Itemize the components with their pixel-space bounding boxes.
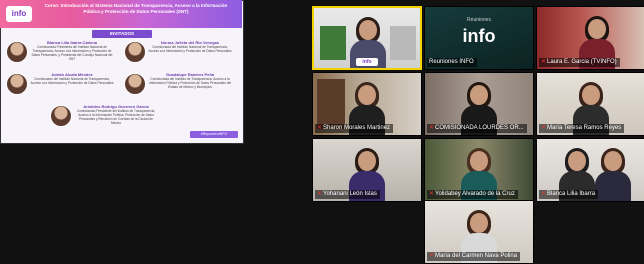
flag-right <box>390 26 416 60</box>
participant-name: ✕COMISIONADA LOURDES OR... <box>427 124 527 133</box>
participant-name: ✕Blanca Lilia Ibarra <box>539 190 599 199</box>
guest-photo <box>6 41 28 63</box>
participant-name: ✕Yohanani León Islas <box>315 190 380 199</box>
guest-photo <box>124 41 146 63</box>
guest-photo <box>50 105 72 127</box>
participant-name: ✕Yolidabey Alvarado de la Cruz <box>427 190 518 199</box>
guest-description: Comisionada del Instituto Nacional de Tr… <box>148 45 232 53</box>
guest-card: Adrián Alcalá Méndez Comisionado del Ins… <box>6 72 114 96</box>
guest-card: Blanca Lilia Ibarra Cadena Comisionada P… <box>6 40 114 64</box>
participant-video <box>595 148 631 201</box>
guest-description: Comisionado del Instituto Nacional de Tr… <box>30 77 114 85</box>
guest-photo <box>124 73 146 95</box>
invited-heading: INVITADOS <box>92 30 152 38</box>
video-tile[interactable]: ✕Blanca Lilia Ibarra <box>536 138 644 202</box>
video-tile[interactable]: ✕COMISIONADA LOURDES OR... <box>424 72 534 136</box>
info-podium-logo: info <box>356 58 378 66</box>
participant-name: ✕Sharon Morales Martinez <box>315 124 394 133</box>
guest-card: Guadalupe Ramírez Peña Comisionada del I… <box>124 72 232 96</box>
guest-card: Norma Julieta del Río Venegas Comisionad… <box>124 40 232 64</box>
video-tile-active-speaker[interactable]: info <box>312 6 422 70</box>
logo-caption: Reuniones <box>467 17 491 23</box>
guest-description: Comisionada Presidenta del Instituto Nac… <box>31 45 113 61</box>
video-tile[interactable]: ✕Laura E. Garcia (TVINFO) <box>536 6 644 70</box>
slide-title: Curso: Introducción al Sistema Nacional … <box>44 3 228 14</box>
bookshelf <box>317 79 345 129</box>
guest-description: Comisionada del Instituto de Transparenc… <box>148 77 232 89</box>
participant-name: Reuniones INFO <box>427 58 477 67</box>
guest-photo <box>6 73 28 95</box>
participant-name: ✕Laura E. Garcia (TVINFO) <box>539 58 620 67</box>
guest-description: Comisionado Presidente del Instituto de … <box>76 109 156 125</box>
video-tile[interactable]: ✕María del Carmen Nava Polina <box>424 200 534 264</box>
participant-name: ✕María del Carmen Nava Polina <box>427 252 521 261</box>
video-tile[interactable]: ✕Sharon Morales Martinez <box>312 72 422 136</box>
shared-screen: info Curso: Introducción al Sistema Naci… <box>0 0 244 144</box>
video-tile[interactable]: info Reuniones Reuniones INFO <box>424 6 534 70</box>
video-tile[interactable]: ✕María Teresa Ramos Reyes <box>536 72 644 136</box>
video-tile[interactable]: ✕Yohanani León Islas <box>312 138 422 202</box>
reuniones-info-logo: info <box>462 26 496 46</box>
hashtag-badge: #ReporteroINFO <box>190 131 238 138</box>
info-logo: info <box>6 6 32 22</box>
video-tile[interactable]: ✕Yolidabey Alvarado de la Cruz <box>424 138 534 202</box>
guest-card: Arístides Rodrigo Guerrero García Comisi… <box>50 104 158 128</box>
participant-name: ✕María Teresa Ramos Reyes <box>539 124 625 133</box>
flag-left <box>320 26 346 60</box>
